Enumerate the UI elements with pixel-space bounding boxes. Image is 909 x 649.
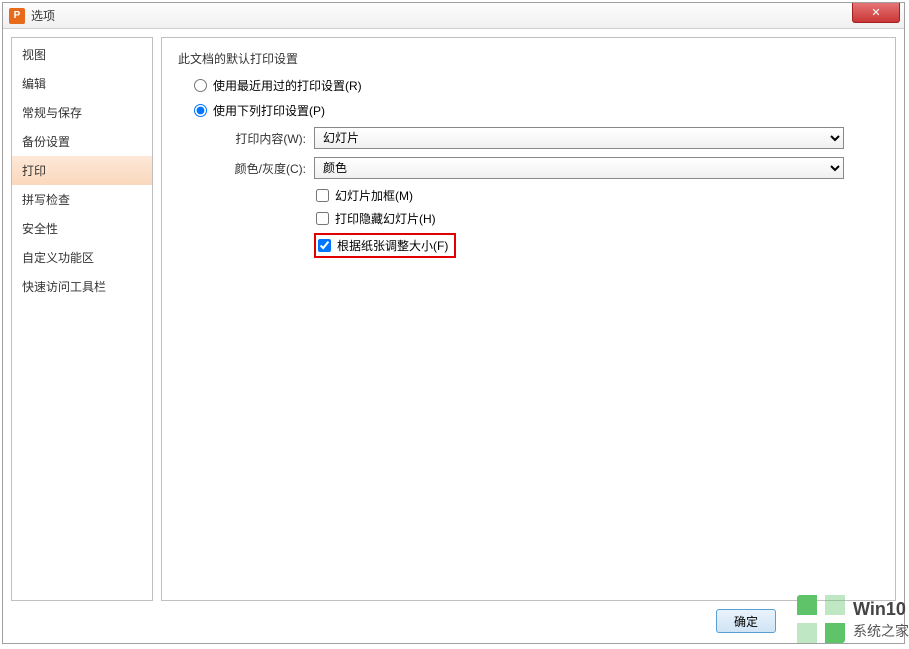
form-row-color: 颜色/灰度(C): 颜色 (194, 157, 879, 179)
sidebar: 视图 编辑 常规与保存 备份设置 打印 拼写检查 安全性 自定义功能区 快速访问… (11, 37, 153, 601)
dialog-title: 选项 (31, 7, 55, 24)
radio-recent[interactable] (194, 79, 207, 92)
groupbox-body: 使用最近用过的打印设置(R) 使用下列打印设置(P) 打印内容(W): 幻灯片 … (178, 77, 879, 264)
groupbox-title: 此文档的默认打印设置 (178, 50, 879, 67)
checkbox-row-scale-highlighted: 根据纸张调整大小(F) (314, 233, 456, 258)
sidebar-item-security[interactable]: 安全性 (12, 214, 152, 243)
checkbox-hidden-label: 打印隐藏幻灯片(H) (335, 210, 436, 227)
radio-row-recent: 使用最近用过的打印设置(R) (194, 77, 879, 94)
print-content-select[interactable]: 幻灯片 (314, 127, 844, 149)
content-panel: 此文档的默认打印设置 使用最近用过的打印设置(R) 使用下列打印设置(P) 打印… (161, 37, 896, 601)
dialog-body: 视图 编辑 常规与保存 备份设置 打印 拼写检查 安全性 自定义功能区 快速访问… (3, 29, 904, 609)
options-dialog: P 选项 ✕ 视图 编辑 常规与保存 备份设置 打印 拼写检查 安全性 自定义功… (2, 2, 905, 644)
radio-following-label: 使用下列打印设置(P) (213, 102, 325, 119)
form-row-print-content: 打印内容(W): 幻灯片 (194, 127, 879, 149)
color-select[interactable]: 颜色 (314, 157, 844, 179)
checkbox-frame-label: 幻灯片加框(M) (335, 187, 413, 204)
sidebar-item-print[interactable]: 打印 (12, 156, 152, 185)
sidebar-item-backup[interactable]: 备份设置 (12, 127, 152, 156)
checkbox-row-hidden: 打印隐藏幻灯片(H) (194, 210, 879, 227)
checkbox-hidden[interactable] (316, 212, 329, 225)
app-icon: P (9, 8, 25, 24)
checkbox-frame[interactable] (316, 189, 329, 202)
radio-following[interactable] (194, 104, 207, 117)
checkbox-row-frame: 幻灯片加框(M) (194, 187, 879, 204)
checkbox-scale-label: 根据纸张调整大小(F) (337, 237, 448, 254)
checkbox-scale[interactable] (318, 239, 331, 252)
dialog-footer: 确定 (716, 609, 776, 633)
sidebar-item-view[interactable]: 视图 (12, 40, 152, 69)
close-button[interactable]: ✕ (852, 3, 900, 23)
sidebar-item-spellcheck[interactable]: 拼写检查 (12, 185, 152, 214)
ok-button[interactable]: 确定 (716, 609, 776, 633)
radio-row-following: 使用下列打印设置(P) (194, 102, 879, 119)
color-label: 颜色/灰度(C): (216, 160, 306, 177)
sidebar-item-custom-ribbon[interactable]: 自定义功能区 (12, 243, 152, 272)
sidebar-item-edit[interactable]: 编辑 (12, 69, 152, 98)
sidebar-item-quick-access[interactable]: 快速访问工具栏 (12, 272, 152, 301)
print-content-label: 打印内容(W): (216, 130, 306, 147)
titlebar: P 选项 ✕ (3, 3, 904, 29)
radio-recent-label: 使用最近用过的打印设置(R) (213, 77, 362, 94)
sidebar-item-general-save[interactable]: 常规与保存 (12, 98, 152, 127)
